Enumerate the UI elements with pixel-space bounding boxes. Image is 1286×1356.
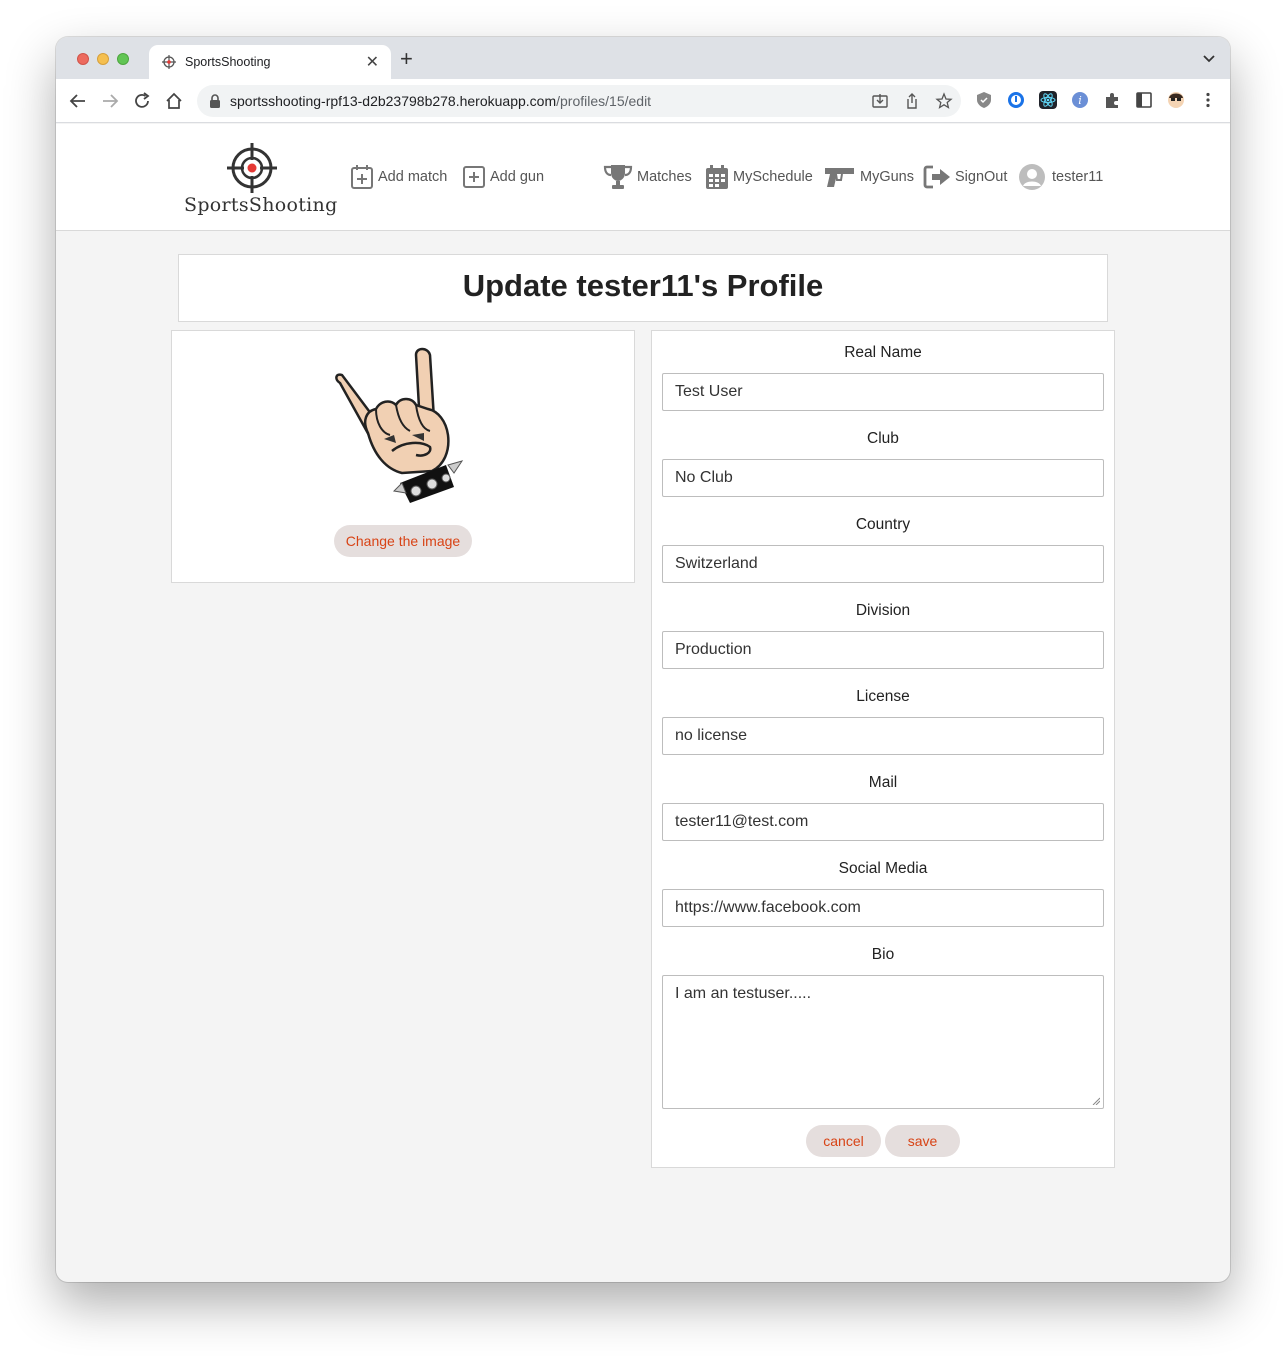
- info-extension-icon[interactable]: i: [1071, 91, 1089, 109]
- calendar-plus-icon: [351, 165, 373, 189]
- password-extension-icon[interactable]: [1007, 91, 1025, 109]
- license-label: License: [856, 688, 910, 705]
- page-title-card: Update tester11's Profile: [178, 254, 1108, 322]
- svg-text:i: i: [1078, 94, 1082, 107]
- close-window-button[interactable]: [77, 53, 89, 65]
- nav-add-gun[interactable]: Add gun: [462, 164, 544, 190]
- nav-matches-label: Matches: [637, 169, 692, 185]
- side-panel-icon[interactable]: [1135, 91, 1153, 109]
- nav-user-profile[interactable]: tester11: [1018, 164, 1103, 190]
- trophy-icon: [603, 165, 633, 189]
- rock-hand-avatar-image: [335, 347, 464, 503]
- crosshair-icon: [162, 55, 176, 69]
- share-icon[interactable]: [903, 92, 921, 110]
- tab-title: SportsShooting: [185, 55, 271, 69]
- tab-strip: SportsShooting ✕ +: [56, 37, 1230, 79]
- profile-avatar-icon[interactable]: [1167, 91, 1185, 109]
- mail-input[interactable]: tester11@test.com: [662, 803, 1104, 841]
- nav-add-match[interactable]: Add match: [350, 164, 447, 190]
- country-input[interactable]: Switzerland: [662, 545, 1104, 583]
- real-name-label: Real Name: [844, 344, 922, 361]
- address-bar[interactable]: sportsshooting-rpf13-d2b23798b278.heroku…: [197, 85, 961, 117]
- maximize-window-button[interactable]: [117, 53, 129, 65]
- social-media-input[interactable]: https://www.facebook.com: [662, 889, 1104, 927]
- nav-my-schedule[interactable]: MySchedule: [705, 164, 813, 190]
- nav-matches[interactable]: Matches: [603, 164, 692, 190]
- save-button[interactable]: save: [885, 1125, 960, 1157]
- shield-extension-icon[interactable]: [975, 91, 993, 109]
- reload-icon[interactable]: [132, 91, 152, 111]
- back-arrow-icon[interactable]: [68, 91, 88, 111]
- nav-username: tester11: [1052, 169, 1104, 185]
- user-avatar-icon: [1019, 164, 1045, 190]
- target-logo-icon: [227, 143, 277, 193]
- home-icon[interactable]: [164, 91, 184, 111]
- profile-image-card: Change the image: [171, 330, 635, 583]
- nav-add-gun-label: Add gun: [490, 169, 545, 185]
- plus-square-icon: [463, 166, 485, 188]
- nav-my-guns[interactable]: MyGuns: [824, 164, 914, 190]
- react-devtools-icon[interactable]: [1039, 91, 1057, 109]
- site-logo[interactable]: SportsShooting: [184, 142, 338, 222]
- profile-form-card: Real Name Test User Club No Club Country…: [651, 330, 1115, 1168]
- minimize-window-button[interactable]: [97, 53, 109, 65]
- more-vert-icon[interactable]: [1199, 91, 1217, 109]
- country-label: Country: [855, 516, 911, 533]
- social-media-label: Social Media: [838, 860, 928, 877]
- install-icon[interactable]: [871, 92, 889, 110]
- tab-close-icon[interactable]: ✕: [366, 52, 379, 72]
- gun-icon: [825, 168, 854, 187]
- resize-handle-icon[interactable]: [1092, 1097, 1100, 1105]
- lock-icon: [210, 94, 220, 108]
- club-label: Club: [867, 430, 899, 447]
- browser-window: SportsShooting ✕ + sportsshooting-rpf13-…: [56, 37, 1230, 1282]
- nav-sign-out[interactable]: SignOut: [923, 164, 1007, 190]
- page-title: Update tester11's Profile: [462, 268, 824, 303]
- nav-add-match-label: Add match: [378, 169, 448, 185]
- chevron-down-icon[interactable]: [1202, 51, 1216, 65]
- browser-tab[interactable]: SportsShooting ✕: [149, 45, 391, 79]
- division-input[interactable]: Production: [662, 631, 1104, 669]
- division-label: Division: [855, 602, 911, 619]
- calendar-icon: [706, 165, 728, 189]
- url-path: /profiles/15/edit: [556, 93, 652, 109]
- forward-arrow-icon[interactable]: [100, 91, 120, 111]
- real-name-input[interactable]: Test User: [662, 373, 1104, 411]
- url-text: sportsshooting-rpf13-d2b23798b278.heroku…: [230, 93, 651, 109]
- bio-textarea[interactable]: I am an testuser.....: [662, 975, 1104, 1109]
- puzzle-extensions-icon[interactable]: [1103, 91, 1121, 109]
- url-host: sportsshooting-rpf13-d2b23798b278.heroku…: [230, 93, 557, 109]
- club-input[interactable]: No Club: [662, 459, 1104, 497]
- star-icon[interactable]: [935, 92, 953, 110]
- nav-sign-out-label: SignOut: [955, 169, 1008, 185]
- logo-text: SportsShooting: [184, 194, 338, 216]
- nav-my-guns-label: MyGuns: [860, 169, 914, 185]
- nav-my-schedule-label: MySchedule: [733, 169, 813, 185]
- browser-toolbar: sportsshooting-rpf13-d2b23798b278.heroku…: [56, 79, 1230, 123]
- new-tab-button[interactable]: +: [400, 48, 413, 70]
- bio-text: I am an testuser.....: [675, 985, 812, 1002]
- site-navbar: SportsShooting Add match Add gun Matches…: [56, 124, 1230, 231]
- sign-out-icon: [923, 165, 950, 189]
- change-image-button[interactable]: Change the image: [334, 525, 472, 557]
- license-input[interactable]: no license: [662, 717, 1104, 755]
- bio-label: Bio: [871, 946, 895, 963]
- mail-label: Mail: [868, 774, 898, 791]
- cancel-button[interactable]: cancel: [806, 1125, 881, 1157]
